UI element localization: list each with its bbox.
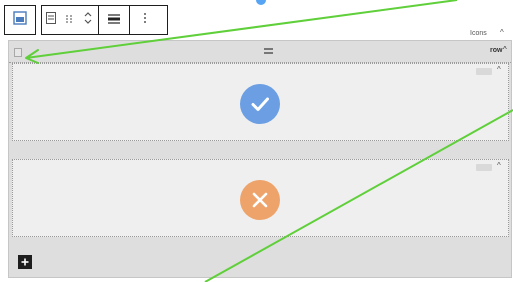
cell-badge xyxy=(476,164,492,171)
check-circle-icon xyxy=(240,84,280,124)
block-toolbar-group xyxy=(41,5,168,35)
drag-handle-button[interactable] xyxy=(60,6,78,34)
block-type-button[interactable] xyxy=(5,6,35,34)
align-icon xyxy=(108,11,120,29)
move-up-down-icon xyxy=(83,10,93,31)
more-options-button[interactable] xyxy=(130,6,160,34)
move-button[interactable] xyxy=(78,6,98,34)
align-button[interactable] xyxy=(99,6,129,34)
close-circle-icon xyxy=(240,180,280,220)
block-type-icon xyxy=(13,10,27,30)
grid-button[interactable] xyxy=(42,6,60,34)
row-label: row xyxy=(490,47,503,54)
panel-collapse-icon[interactable]: ^ xyxy=(500,28,504,37)
cell-badge xyxy=(476,68,492,75)
row-drag-icon[interactable] xyxy=(264,48,273,54)
row-collapse-icon[interactable]: ^ xyxy=(503,45,507,54)
block-switcher-group xyxy=(4,5,36,35)
cell-cross[interactable]: ^ xyxy=(12,159,509,237)
editor-canvas: Icons ^ row ^ ^ ^ xyxy=(0,0,513,282)
add-block-button[interactable] xyxy=(18,255,32,269)
more-options-icon xyxy=(143,11,147,29)
cell-check[interactable]: ^ xyxy=(12,63,509,141)
inserter-indicator xyxy=(256,0,266,5)
row-select-icon[interactable] xyxy=(14,48,22,57)
row-header: row ^ xyxy=(9,41,511,63)
grid-icon xyxy=(46,11,56,29)
cell-collapse-icon[interactable]: ^ xyxy=(497,161,501,170)
cell-collapse-icon[interactable]: ^ xyxy=(497,65,501,74)
row-block[interactable]: row ^ ^ ^ xyxy=(8,40,512,278)
plus-icon xyxy=(21,258,29,266)
panel-label: Icons xyxy=(470,30,487,37)
drag-handle-icon xyxy=(65,11,73,29)
